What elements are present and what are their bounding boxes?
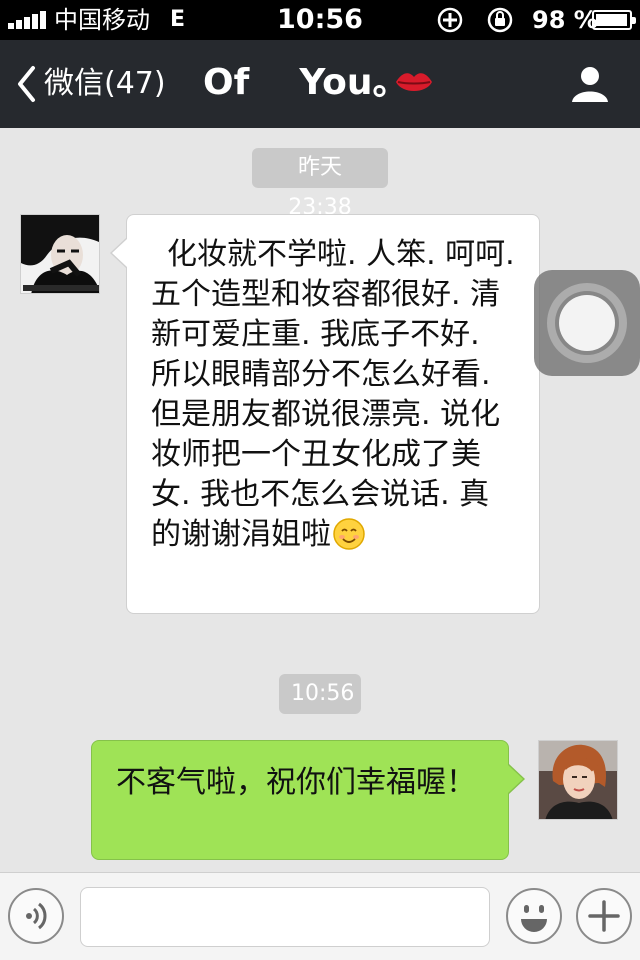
alarm-icon bbox=[487, 7, 513, 33]
message-timestamp: 10:56 bbox=[279, 674, 361, 714]
voice-icon bbox=[26, 902, 47, 930]
my-avatar[interactable] bbox=[538, 740, 618, 820]
emoji-icon bbox=[521, 905, 547, 932]
avatar[interactable] bbox=[20, 214, 100, 294]
chat-title: Of You。 bbox=[203, 62, 409, 103]
back-button[interactable]: 微信(47) bbox=[16, 62, 166, 106]
incoming-message-bubble[interactable]: 化妆就不学啦. 人笨. 呵呵. 五个造型和妆容都很好. 清新可爱庄重. 我底子不… bbox=[110, 214, 540, 614]
incoming-message-text: 化妆就不学啦. 人笨. 呵呵. 五个造型和妆容都很好. 清新可爱庄重. 我底子不… bbox=[151, 237, 515, 552]
orientation-lock-icon bbox=[437, 7, 463, 33]
message-input[interactable] bbox=[80, 887, 490, 947]
profile-icon[interactable] bbox=[570, 64, 610, 104]
message-timestamp: 昨天 23:38 bbox=[252, 148, 388, 220]
outgoing-message-text: 不客气啦，祝你们幸福喔！ bbox=[116, 765, 476, 800]
battery-icon bbox=[592, 10, 636, 30]
lips-icon bbox=[396, 73, 432, 91]
battery-percent: 98 % bbox=[532, 6, 598, 34]
plus-button[interactable] bbox=[576, 888, 632, 944]
back-label: 微信(47) bbox=[44, 66, 166, 101]
outgoing-message-bubble[interactable]: 不客气啦，祝你们幸福喔！ bbox=[91, 740, 525, 860]
nav-bar: 微信(47) Of You。 bbox=[0, 40, 640, 128]
back-chevron-icon bbox=[18, 66, 35, 102]
status-bar: 中国移动 E 10:56 98 % bbox=[0, 0, 640, 40]
voice-button[interactable] bbox=[8, 888, 64, 944]
smiley-icon bbox=[333, 518, 365, 550]
assistive-touch-button[interactable] bbox=[534, 270, 640, 376]
emoji-button[interactable] bbox=[506, 888, 562, 944]
plus-icon bbox=[588, 900, 620, 932]
chat-input-bar bbox=[0, 872, 640, 960]
